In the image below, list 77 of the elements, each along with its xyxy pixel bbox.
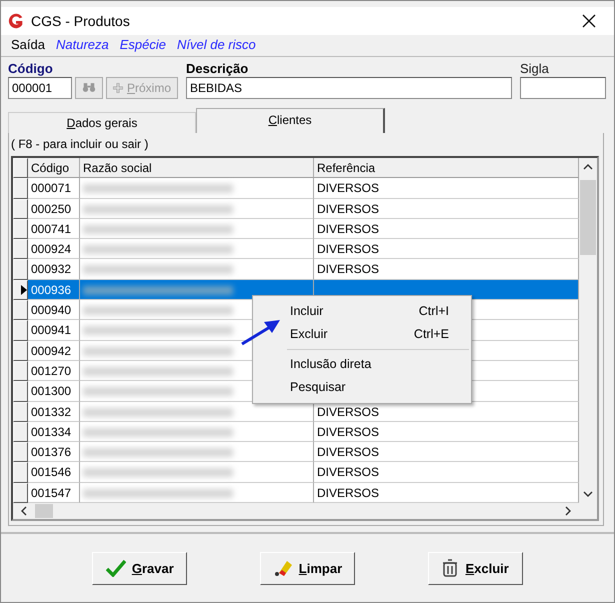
menu-item[interactable]: Espécie bbox=[120, 36, 166, 52]
row-indicator[interactable] bbox=[13, 402, 28, 422]
table-cell: 000941 bbox=[28, 320, 80, 341]
column-header[interactable]: Referência bbox=[314, 158, 579, 178]
column-header[interactable]: Razão social bbox=[80, 158, 314, 178]
table-cell: 001334 bbox=[28, 422, 80, 442]
scrollbar-thumb[interactable] bbox=[580, 180, 596, 255]
table-cell: 001300 bbox=[28, 381, 80, 402]
menu-item[interactable]: Saída bbox=[11, 36, 45, 52]
table-cell: DIVERSOS bbox=[314, 218, 579, 240]
table-cell: 000942 bbox=[28, 340, 80, 361]
row-indicator[interactable] bbox=[13, 340, 28, 361]
row-indicator[interactable] bbox=[13, 422, 28, 442]
window-title: CGS - Produtos bbox=[31, 12, 131, 29]
field-label: Descrição bbox=[186, 60, 250, 76]
field-label: Código bbox=[8, 60, 54, 76]
table-cell: DIVERSOS bbox=[314, 422, 579, 442]
table-cell: 000741 bbox=[28, 218, 80, 240]
row-indicator[interactable] bbox=[13, 300, 28, 320]
table-cell: 000936 bbox=[28, 280, 80, 300]
description-field[interactable]: BEBIDAS bbox=[186, 76, 512, 99]
table-cell: 000924 bbox=[28, 239, 80, 260]
tab[interactable]: Clientes bbox=[196, 108, 385, 133]
sigla-field[interactable] bbox=[520, 76, 606, 99]
table-cell: 000250 bbox=[28, 198, 80, 219]
table-cell: 001270 bbox=[28, 360, 80, 382]
context-menu-item[interactable]: Incluir Ctrl+I bbox=[253, 300, 471, 323]
chevron-down-icon bbox=[583, 491, 593, 497]
eraser-icon bbox=[272, 559, 293, 577]
table-cell: 001332 bbox=[28, 402, 80, 422]
row-indicator[interactable] bbox=[13, 198, 28, 219]
pointer-arrow bbox=[240, 318, 282, 346]
table-cell: 001376 bbox=[28, 442, 80, 462]
chevron-right-icon bbox=[565, 506, 571, 516]
checkmark-icon bbox=[106, 559, 126, 577]
save-button[interactable]: Gravar bbox=[92, 552, 188, 584]
chevron-up-icon bbox=[583, 164, 593, 170]
chevron-left-icon bbox=[21, 506, 27, 516]
table-cell: DIVERSOS bbox=[314, 239, 579, 260]
context-menu-item[interactable]: Excluir Ctrl+E bbox=[253, 322, 471, 346]
row-indicator[interactable] bbox=[13, 462, 28, 483]
row-indicator[interactable] bbox=[13, 482, 28, 503]
code-field[interactable]: 000001 bbox=[8, 76, 72, 99]
row-indicator[interactable] bbox=[13, 178, 28, 199]
row-indicator[interactable] bbox=[13, 218, 28, 240]
row-indicator[interactable] bbox=[13, 442, 28, 462]
tab[interactable]: Dados gerais bbox=[8, 112, 196, 133]
row-indicator[interactable] bbox=[13, 381, 28, 402]
row-indicator[interactable] bbox=[13, 280, 28, 300]
delete-button[interactable]: Excluir bbox=[428, 552, 523, 584]
plus-icon bbox=[113, 82, 123, 93]
table-cell: DIVERSOS bbox=[314, 482, 579, 503]
row-indicator[interactable] bbox=[13, 320, 28, 341]
menu-item[interactable]: Nível de risco bbox=[176, 36, 256, 52]
table-cell: DIVERSOS bbox=[314, 178, 579, 199]
hint-text: ( F8 - para incluir ou sair ) bbox=[11, 136, 150, 151]
context-menu-item[interactable]: Inclusão direta bbox=[253, 352, 471, 376]
column-header[interactable]: Código bbox=[28, 158, 80, 178]
app-logo-icon bbox=[7, 12, 25, 30]
table-cell: 000071 bbox=[28, 178, 80, 199]
table-cell: DIVERSOS bbox=[314, 442, 579, 462]
table-cell: 000940 bbox=[28, 300, 80, 320]
close-icon[interactable] bbox=[582, 14, 596, 28]
context-menu-item[interactable]: Pesquisar bbox=[253, 376, 471, 399]
table-cell: 001546 bbox=[28, 462, 80, 483]
row-indicator[interactable] bbox=[13, 239, 28, 260]
row-indicator[interactable] bbox=[13, 259, 28, 280]
clear-button[interactable]: Limpar bbox=[260, 552, 355, 584]
table-cell: DIVERSOS bbox=[314, 462, 579, 483]
scrollbar-thumb[interactable] bbox=[35, 504, 53, 518]
binoculars-icon bbox=[82, 82, 96, 94]
field-label: Sigla bbox=[520, 60, 550, 76]
row-indicator[interactable] bbox=[13, 360, 28, 382]
table-cell: DIVERSOS bbox=[314, 198, 579, 219]
table-cell: 001547 bbox=[28, 482, 80, 503]
menu-item[interactable]: Natureza bbox=[56, 36, 109, 52]
trash-can-icon bbox=[441, 559, 460, 577]
